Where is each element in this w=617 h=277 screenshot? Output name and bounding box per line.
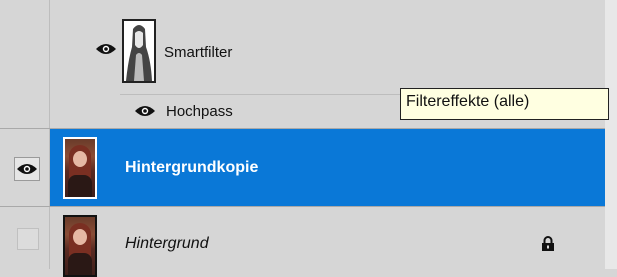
smart-filter-label: Smartfilter — [164, 44, 233, 61]
visibility-toggle[interactable] — [17, 228, 39, 250]
eye-icon[interactable] — [134, 104, 156, 118]
filter-mask-thumbnail[interactable] — [122, 19, 156, 83]
scrollbar[interactable] — [605, 0, 617, 269]
lock-icon — [541, 236, 555, 257]
visibility-gutter — [0, 94, 50, 128]
layer-name: Hintergrund — [125, 235, 209, 252]
visibility-toggle[interactable] — [14, 157, 40, 181]
visibility-gutter — [0, 0, 50, 94]
layer-thumbnail[interactable] — [63, 215, 97, 277]
smart-filter-row[interactable]: Smartfilter — [0, 0, 605, 94]
thumbnail-dress — [68, 253, 92, 275]
layer-row-background-copy[interactable]: Hintergrundkopie — [0, 129, 605, 206]
thumbnail-dress — [68, 175, 92, 197]
layer-thumbnail[interactable] — [63, 137, 97, 199]
thumbnail-face — [73, 151, 87, 167]
layer-row-background[interactable]: Hintergrund — [0, 207, 605, 277]
eye-icon[interactable] — [95, 42, 117, 56]
hochpass-label: Hochpass — [166, 103, 233, 120]
thumbnail-face — [73, 229, 87, 245]
eye-icon — [16, 162, 38, 176]
tooltip: Filtereffekte (alle) — [400, 88, 609, 120]
layers-panel: Smartfilter Hochpass Hintergrundkopie Hi… — [0, 0, 605, 277]
layer-name: Hintergrundkopie — [125, 159, 259, 176]
